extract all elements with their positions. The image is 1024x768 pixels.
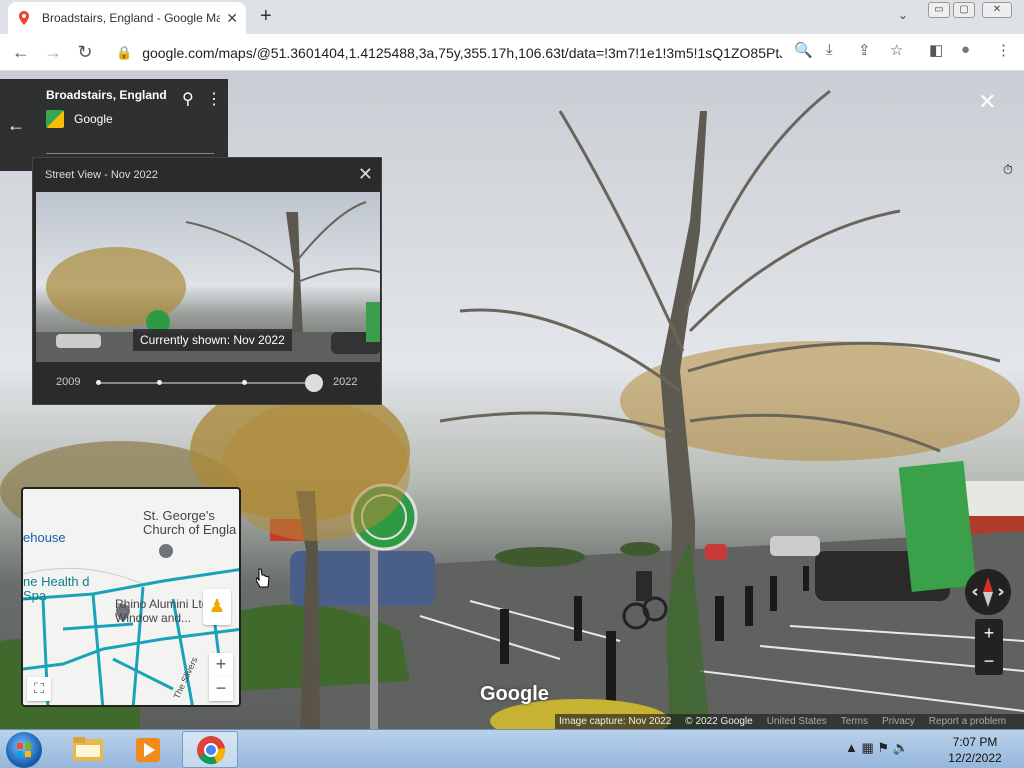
privacy-link[interactable]: Privacy: [882, 716, 915, 727]
timeline-tick[interactable]: [242, 380, 247, 385]
timeline-start-year: 2009: [56, 376, 81, 388]
timeline-thumb[interactable]: [305, 374, 323, 392]
warehouse-label[interactable]: ehouse: [23, 531, 66, 545]
start-button[interactable]: [6, 732, 42, 768]
browser-toolbar: ← → ↻ 🔒 google.com/maps/@51.3601404,1.41…: [0, 34, 1024, 71]
file-explorer-taskbar-button[interactable]: [60, 731, 116, 768]
report-problem-link[interactable]: Report a problem: [929, 716, 1006, 727]
windows-logo-icon: [17, 743, 31, 757]
brand-row: Google: [46, 110, 214, 128]
time-machine-panel: ⏱ Street View - Nov 2022 ✕ Currently sho…: [32, 157, 1013, 405]
google-maps-logo-icon: [46, 110, 64, 128]
compass-control[interactable]: [965, 569, 1011, 615]
currently-shown-tooltip: Currently shown: Nov 2022: [133, 329, 292, 351]
url-text[interactable]: google.com/maps/@51.3601404,1.4125488,3a…: [142, 45, 782, 61]
google-watermark: Google: [480, 683, 549, 705]
region-link[interactable]: United States: [767, 716, 827, 727]
copyright-text: © 2022 Google: [685, 716, 753, 727]
historical-preview-image[interactable]: Currently shown: Nov 2022: [36, 192, 380, 362]
more-options-icon[interactable]: ⋮: [206, 89, 222, 109]
side-panel-icon[interactable]: ◧: [929, 41, 943, 59]
zoom-out-button[interactable]: −: [975, 647, 1003, 675]
search-icon[interactable]: 🔍: [794, 41, 813, 59]
forward-button[interactable]: →: [42, 42, 64, 63]
tab-bar: Broadstairs, England - Google Ma ✕ + ⌄ ▭…: [0, 0, 1024, 34]
new-tab-button[interactable]: +: [260, 5, 272, 28]
timeline-tick[interactable]: [96, 380, 101, 385]
map-footer: Image capture: Nov 2022 © 2022 Google Un…: [555, 714, 1024, 729]
time-machine-close-icon[interactable]: ✕: [358, 164, 373, 185]
pegman-icon[interactable]: ♟: [203, 589, 231, 625]
timeline-track[interactable]: [98, 382, 316, 384]
clock-date: 12/2/2022: [948, 751, 1002, 765]
church-icon: [159, 544, 173, 558]
back-button[interactable]: ←: [10, 42, 32, 63]
image-capture-date: Image capture: Nov 2022: [559, 716, 672, 727]
time-machine-header[interactable]: ⏱ Street View - Nov 2022: [33, 158, 1013, 192]
clock-time: 7:07 PM: [952, 735, 998, 749]
media-player-icon: [136, 738, 160, 762]
zoom-control: + −: [975, 619, 1003, 675]
timeline-slider[interactable]: 2009 2022: [33, 368, 383, 398]
browser-tab[interactable]: Broadstairs, England - Google Ma ✕: [8, 2, 246, 34]
minimap[interactable]: St. George's Church of Engla ehouse ne H…: [21, 487, 241, 707]
install-icon[interactable]: ⤓: [826, 41, 833, 58]
terms-link[interactable]: Terms: [841, 716, 868, 727]
back-arrow-button[interactable]: ←: [0, 79, 32, 171]
timeline-tick[interactable]: [157, 380, 162, 385]
window-close-button[interactable]: ✕: [982, 2, 1012, 18]
minimap-zoom-in-button[interactable]: +: [209, 653, 233, 677]
brand-label: Google: [74, 112, 113, 126]
minimize-button[interactable]: ▭: [928, 2, 950, 18]
close-street-view-icon[interactable]: ✕: [978, 89, 996, 115]
health-spa-label[interactable]: ne Health d Spa: [23, 575, 103, 603]
maximize-button[interactable]: ▢: [953, 2, 975, 18]
compass-needle-icon: [972, 577, 1004, 607]
zoom-in-button[interactable]: +: [975, 619, 1003, 647]
google-maps-favicon-icon: [19, 11, 29, 25]
street-view-panorama[interactable]: ← Broadstairs, England Google ⚲ ⋮ Street…: [0, 71, 1024, 729]
system-clock[interactable]: 7:07 PM 12/2/2022: [940, 734, 1010, 766]
profile-avatar-icon[interactable]: ●: [961, 41, 970, 58]
chrome-menu-icon[interactable]: ⋮: [996, 41, 1011, 59]
fullscreen-icon[interactable]: ⛶: [27, 677, 51, 701]
chrome-taskbar-button[interactable]: [182, 731, 238, 768]
bookmark-star-icon[interactable]: ☆: [890, 41, 903, 59]
share-icon[interactable]: ⇪: [858, 41, 871, 59]
chrome-icon: [197, 736, 226, 765]
history-clock-icon: ⏱: [1002, 162, 1014, 177]
timeline-end-year: 2022: [333, 376, 358, 388]
windows-taskbar: ▲ ▦ ⚑ 🔊 7:07 PM 12/2/2022: [0, 729, 1024, 768]
tab-close-icon[interactable]: ✕: [226, 10, 238, 27]
tab-search-icon[interactable]: ⌄: [898, 8, 908, 22]
pin-icon[interactable]: ⚲: [182, 89, 194, 109]
reload-button[interactable]: ↻: [74, 42, 96, 63]
hand-cursor-icon: [256, 568, 270, 588]
time-machine-title: Street View - Nov 2022: [45, 169, 158, 181]
system-tray[interactable]: ▲ ▦ ⚑ 🔊: [845, 740, 909, 756]
tray-icons[interactable]: ▲ ▦ ⚑ 🔊: [845, 740, 909, 756]
minimap-zoom-out-button[interactable]: −: [209, 677, 233, 701]
tab-title: Broadstairs, England - Google Ma: [42, 11, 221, 25]
media-player-taskbar-button[interactable]: [120, 731, 176, 768]
church-label[interactable]: St. George's Church of Engla: [143, 509, 239, 537]
lock-icon[interactable]: 🔒: [116, 45, 132, 61]
folder-icon: [73, 737, 103, 761]
